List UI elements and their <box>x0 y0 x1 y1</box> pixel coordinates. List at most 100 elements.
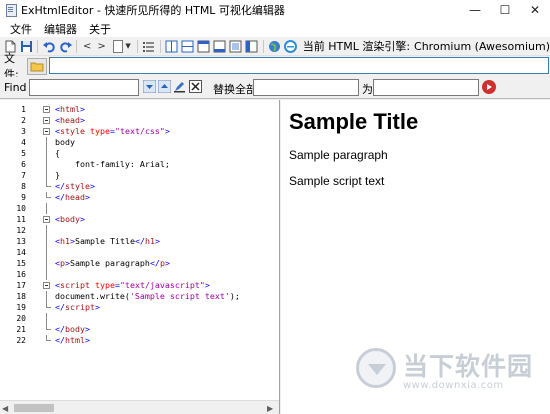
maximize-button[interactable]: ☐ <box>490 0 520 20</box>
code-view-icon[interactable] <box>197 39 211 53</box>
fold-line <box>43 159 52 170</box>
fold-toggle-icon[interactable] <box>43 214 52 225</box>
replace-go-button[interactable] <box>482 80 496 94</box>
line-number: 4 <box>21 138 26 147</box>
fold-toggle-icon[interactable] <box>43 280 52 291</box>
scrollbar-thumb[interactable] <box>14 404 54 412</box>
clear-find-button[interactable] <box>189 80 202 93</box>
find-next-button[interactable] <box>143 80 156 93</box>
code-line: <head> <box>55 115 85 125</box>
fold-line <box>43 313 52 324</box>
fold-line <box>43 269 52 280</box>
replace-all-label[interactable]: 替换全部 <box>213 81 257 97</box>
open-folder-button[interactable] <box>27 57 47 75</box>
back-button[interactable]: < <box>83 41 91 52</box>
line-number: 22 <box>16 336 26 345</box>
globe-icon[interactable] <box>268 39 282 53</box>
code-line: </script> <box>55 302 100 312</box>
as-label: 为 <box>362 83 373 96</box>
minimize-button[interactable]: — <box>460 0 490 20</box>
folder-icon <box>30 62 44 72</box>
line-number: 8 <box>21 182 26 191</box>
fold-end <box>43 181 52 192</box>
chevron-down-icon[interactable]: ▼ <box>125 42 130 50</box>
watermark: 当下软件园 www.downxia.com <box>356 342 546 400</box>
fold-line <box>43 291 52 302</box>
render-engine-label: 当前 HTML 渲染引擎: <box>302 40 411 53</box>
line-number: 18 <box>16 292 26 301</box>
fold-end <box>43 192 52 203</box>
menu-file[interactable]: 文件 <box>4 21 38 37</box>
split-view-icon[interactable] <box>165 39 179 53</box>
fold-toggle-icon[interactable] <box>43 104 52 115</box>
fold-toggle-icon[interactable] <box>43 115 52 126</box>
code-line: <style type="text/css"> <box>55 126 170 136</box>
line-number: 2 <box>21 116 26 125</box>
line-number: 10 <box>16 204 26 213</box>
scroll-left-icon[interactable]: ◀ <box>2 404 8 413</box>
code-line: <p>Sample paragraph</p> <box>55 258 170 268</box>
fold-line <box>43 137 52 148</box>
find-input[interactable] <box>29 79 139 96</box>
code-line: <script type="text/javascript"> <box>55 280 210 290</box>
window-title: ExHtmlEditor - 快速所见所得的 HTML 可视化编辑器 <box>21 4 285 17</box>
design-view-icon[interactable] <box>213 39 227 53</box>
code-line: </style> <box>55 181 95 191</box>
window-controls: — ☐ ✕ <box>460 0 550 20</box>
undo-icon[interactable] <box>42 39 56 53</box>
marker-icon <box>174 82 185 93</box>
code-line: </body> <box>55 324 90 334</box>
line-number: 17 <box>16 281 26 290</box>
line-number: 3 <box>21 127 26 136</box>
line-number: 6 <box>21 160 26 169</box>
fold-toggle-icon[interactable] <box>43 126 52 137</box>
code-line: <h1>Sample Title</h1> <box>55 236 160 246</box>
find-label: Find <box>4 81 27 94</box>
toolbar: < > ▼ 当前 HTML 渲染引擎: Chromium (Awesomium) <box>0 37 550 56</box>
fold-line <box>43 203 52 214</box>
scroll-right-icon[interactable]: ▶ <box>267 404 273 413</box>
fold-line <box>43 170 52 181</box>
replace-with-input[interactable] <box>373 79 479 96</box>
render-engine-value: Chromium (Awesomium) <box>414 39 550 53</box>
menu-editor[interactable]: 编辑器 <box>38 21 83 37</box>
line-number: 1 <box>21 105 26 114</box>
close-button[interactable]: ✕ <box>520 0 550 20</box>
toolbar-separator <box>76 39 77 53</box>
toolbar-separator <box>136 39 138 53</box>
fold-line <box>43 258 52 269</box>
highlight-button[interactable] <box>173 80 186 93</box>
file-path-input[interactable] <box>49 57 549 74</box>
preview-view-icon[interactable] <box>229 39 243 53</box>
code-line: </html> <box>55 335 90 345</box>
list-icon[interactable] <box>142 39 156 53</box>
code-editor[interactable]: 1 2 3 4 5 6 7 8 9 10 11 12 13 14 15 16 1… <box>0 100 280 414</box>
menu-about[interactable]: 关于 <box>83 21 117 37</box>
line-number-gutter: 1 2 3 4 5 6 7 8 9 10 11 12 13 14 15 16 1… <box>0 100 40 400</box>
play-icon <box>487 84 492 90</box>
toolbar-separator <box>37 39 38 53</box>
code-line: } <box>55 170 60 180</box>
watermark-url: www.downxia.com <box>403 380 504 391</box>
code-line: document.write('Sample script text'); <box>55 291 240 301</box>
browser-icon[interactable] <box>284 39 298 53</box>
line-number: 15 <box>16 259 26 268</box>
editor-horizontal-scrollbar[interactable]: ◀ ▶ <box>0 400 279 414</box>
find-replace-bar: Find 替换全部 为 <box>0 77 550 99</box>
title-bar: ExHtmlEditor - 快速所见所得的 HTML 可视化编辑器 — ☐ ✕ <box>0 0 550 20</box>
find-previous-button[interactable] <box>158 80 171 93</box>
toolbar-separator <box>262 39 264 53</box>
horizontal-split-icon[interactable] <box>181 39 195 53</box>
font-size-combo[interactable] <box>112 39 124 53</box>
full-view-icon[interactable] <box>245 39 259 53</box>
preview-paragraph: Sample paragraph <box>289 148 388 162</box>
toolbar-separator <box>159 39 161 53</box>
replace-input[interactable] <box>253 79 359 96</box>
app-icon <box>5 4 17 17</box>
line-number: 9 <box>21 193 26 202</box>
line-number: 11 <box>16 215 26 224</box>
code-line: <body> <box>55 214 85 224</box>
redo-icon[interactable] <box>58 39 72 53</box>
forward-button[interactable]: > <box>97 41 105 52</box>
watermark-brand: 当下软件园 <box>403 352 534 381</box>
